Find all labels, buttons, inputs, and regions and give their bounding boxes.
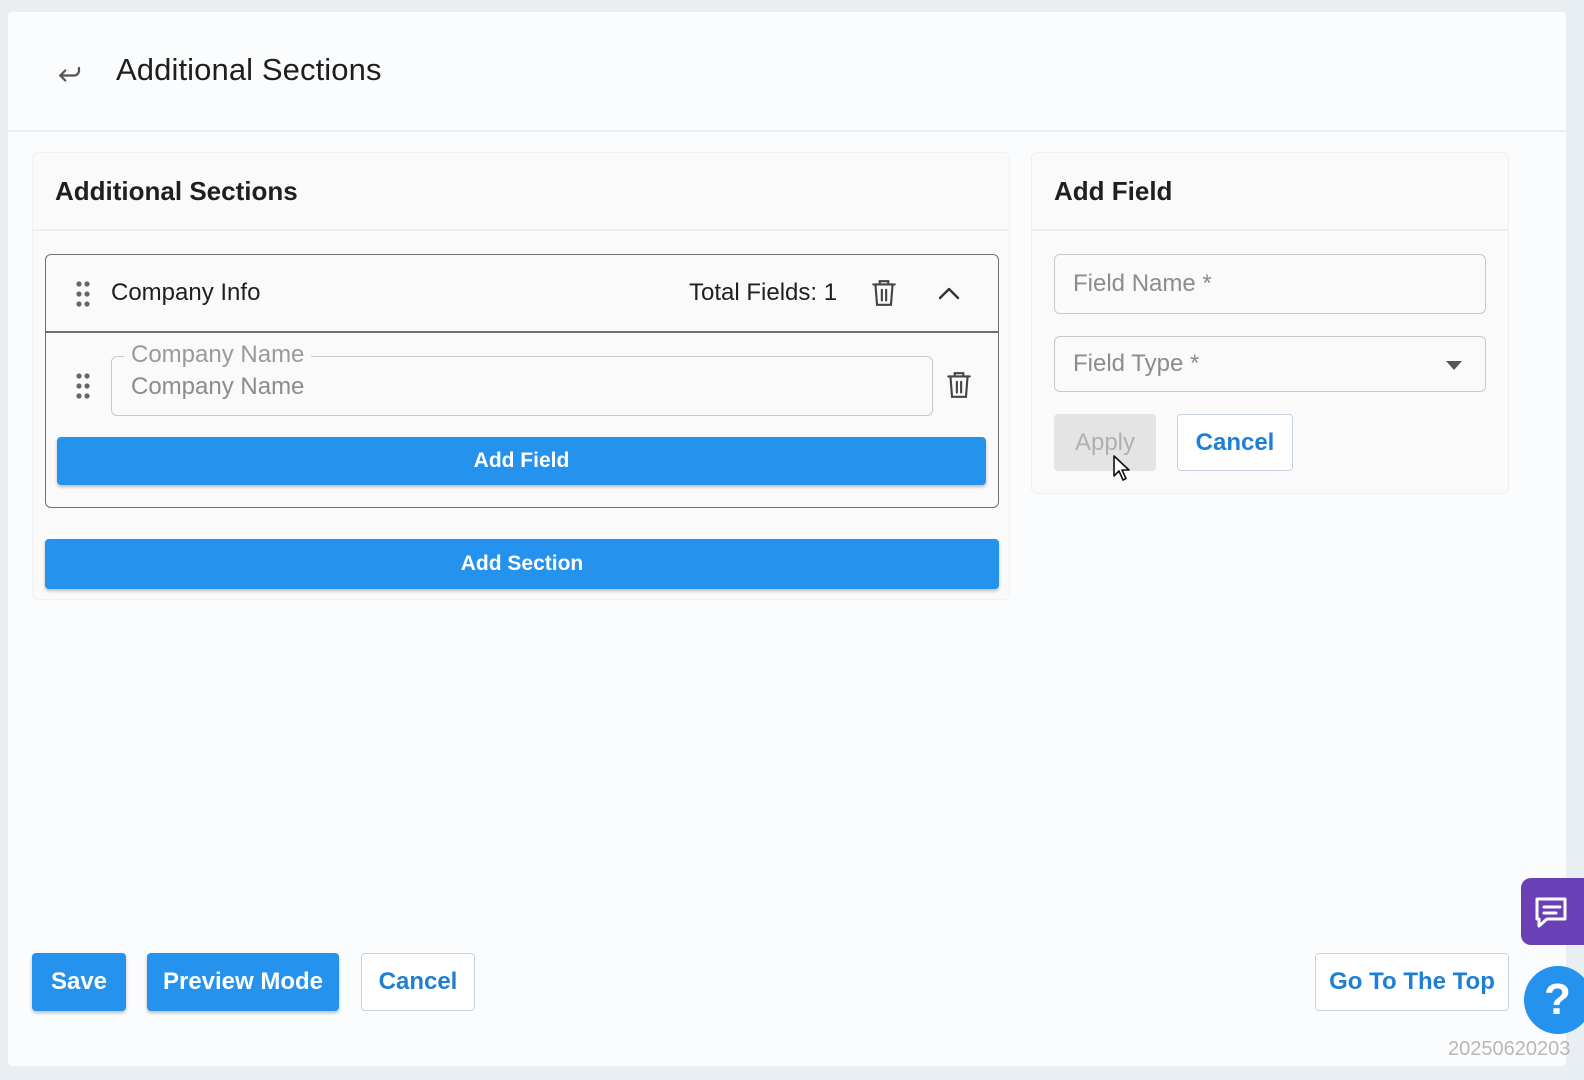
- chat-widget[interactable]: [1521, 878, 1584, 945]
- save-button[interactable]: Save: [32, 953, 126, 1011]
- page-title: Additional Sections: [116, 52, 382, 87]
- additional-sections-card: Additional Sections Company Info Total F…: [32, 152, 1010, 600]
- field-value: Company Name: [131, 373, 305, 400]
- card-header: Additional Sections: [33, 153, 1009, 231]
- apply-button[interactable]: Apply: [1054, 414, 1156, 471]
- help-widget[interactable]: ?: [1524, 966, 1584, 1034]
- field-label: Company Name: [124, 342, 312, 368]
- top-bar: Additional Sections: [8, 12, 1566, 132]
- add-field-card: Add Field Field Name * Field Type * Appl…: [1031, 152, 1509, 494]
- drag-handle-icon[interactable]: [75, 280, 91, 308]
- total-fields-count: Total Fields: 1: [689, 279, 838, 306]
- dropdown-caret-icon: [1446, 361, 1462, 370]
- card-header: Add Field: [1032, 153, 1508, 231]
- chat-icon: [1535, 897, 1567, 927]
- section-name: Company Info: [111, 279, 261, 306]
- preview-mode-button[interactable]: Preview Mode: [147, 953, 339, 1011]
- field-name-placeholder: Field Name *: [1073, 270, 1212, 297]
- cancel-add-field-button[interactable]: Cancel: [1177, 414, 1293, 471]
- field-type-select[interactable]: Field Type *: [1054, 336, 1486, 392]
- mouse-cursor-icon: [1113, 455, 1130, 481]
- section-company-info: Company Info Total Fields: 1 Company Nam…: [45, 254, 999, 508]
- collapse-chevron-up-icon[interactable]: [936, 281, 962, 305]
- add-field-button[interactable]: Add Field: [57, 437, 986, 485]
- company-name-field[interactable]: Company Name Company Name: [111, 342, 933, 416]
- add-section-button[interactable]: Add Section: [45, 539, 999, 589]
- back-arrow-icon[interactable]: [54, 58, 84, 88]
- field-type-placeholder: Field Type *: [1073, 350, 1200, 377]
- go-to-top-button[interactable]: Go To The Top: [1315, 953, 1509, 1011]
- cancel-button[interactable]: Cancel: [361, 953, 475, 1011]
- delete-section-icon[interactable]: [871, 278, 897, 308]
- field-name-input[interactable]: Field Name *: [1054, 254, 1486, 314]
- card-title: Additional Sections: [55, 175, 298, 206]
- timestamp: 20250620203: [1448, 1038, 1571, 1060]
- field-drag-handle-icon[interactable]: [75, 372, 91, 400]
- card-title: Add Field: [1054, 175, 1173, 206]
- section-header: Company Info Total Fields: 1: [46, 255, 998, 333]
- delete-field-icon[interactable]: [946, 370, 972, 400]
